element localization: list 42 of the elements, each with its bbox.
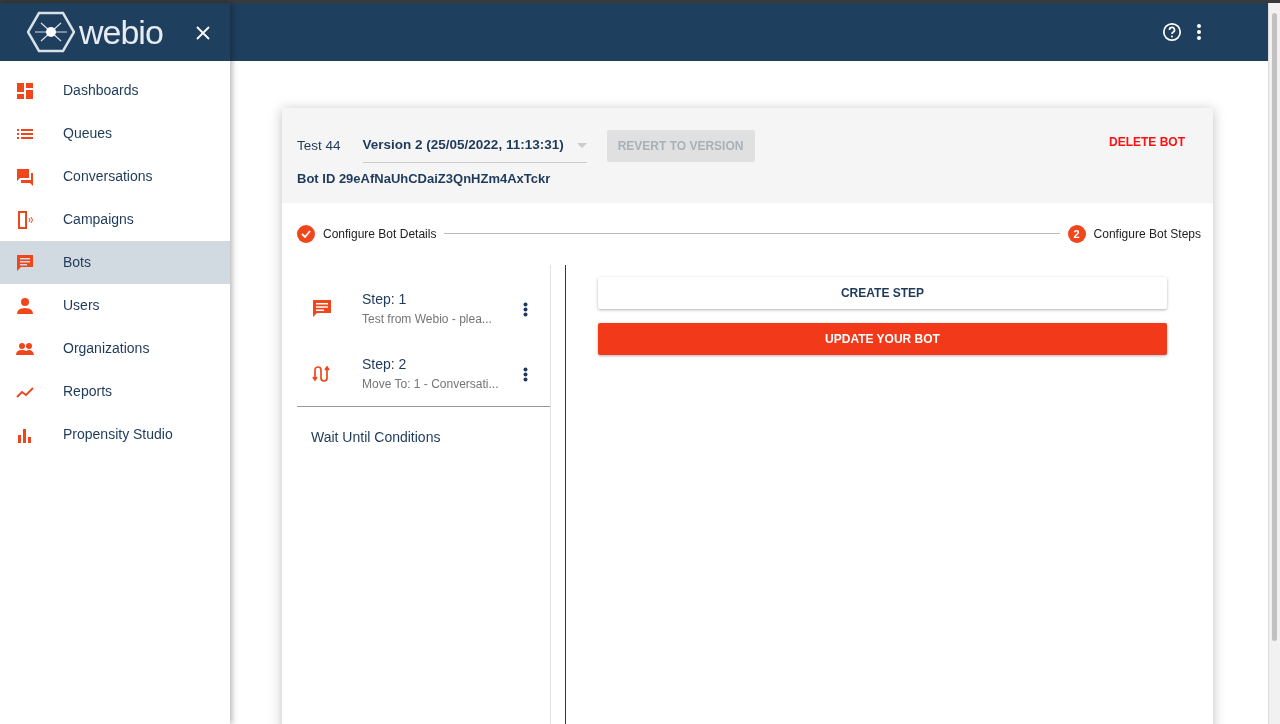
bot-id: Bot ID 29eAfNaUhCDaiZ3QnHZm4AxTckr xyxy=(297,170,552,189)
sidebar-item[interactable]: Dashboards xyxy=(0,69,230,112)
sidebar-item[interactable]: Bots xyxy=(0,241,230,284)
dashboard-icon xyxy=(16,81,34,100)
logo-text: webio xyxy=(79,15,163,49)
step-label[interactable]: Configure Bot Details xyxy=(323,224,437,243)
chat-icon xyxy=(16,167,34,186)
create-step-button[interactable]: CREATE STEP xyxy=(598,276,1167,309)
logo-icon xyxy=(27,11,75,53)
delete-button[interactable]: DELETE BOT xyxy=(1109,133,1185,149)
scrollbar[interactable] xyxy=(1268,3,1280,724)
person-icon xyxy=(16,296,34,315)
sidebar-item[interactable]: Reports xyxy=(0,370,230,413)
sidebar-item[interactable]: Queues xyxy=(0,112,230,155)
sidebar-item[interactable]: Organizations xyxy=(0,327,230,370)
help-icon[interactable] xyxy=(1162,22,1182,42)
sidebar-item[interactable]: Conversations xyxy=(0,155,230,198)
step-item[interactable]: Step: 2 Move To: 1 - Conversati... xyxy=(297,340,550,406)
step-subtitle: Move To: 1 - Conversati... xyxy=(362,375,500,393)
bot-name: Test 44 xyxy=(297,137,341,155)
step-number: 2 xyxy=(1067,224,1086,243)
message-icon xyxy=(312,298,332,318)
more-icon[interactable] xyxy=(1196,23,1202,41)
more-icon xyxy=(523,366,528,382)
swap-icon xyxy=(312,363,332,383)
version-select[interactable]: Version 2 (25/05/2022, 11:13:31) xyxy=(362,129,587,164)
phone-icon xyxy=(16,210,34,229)
step-title: Step: 1 xyxy=(362,289,408,309)
step-title: Step: 2 xyxy=(362,354,408,374)
step-subtitle: Test from Webio - plea... xyxy=(362,310,493,328)
sidebar-item[interactable]: Propensity Studio xyxy=(0,413,230,456)
dropdown-icon xyxy=(576,142,587,148)
step-item[interactable]: Step: 1 Test from Webio - plea... xyxy=(297,275,550,341)
sidebar-item[interactable]: Campaigns xyxy=(0,198,230,241)
update-bot-button[interactable]: UPDATE YOUR BOT xyxy=(598,322,1167,355)
scroll-thumb[interactable] xyxy=(1272,13,1277,641)
message-icon xyxy=(16,253,34,272)
more-icon xyxy=(523,301,528,317)
close-icon xyxy=(196,25,210,40)
step-label[interactable]: Configure Bot Steps xyxy=(1093,224,1201,243)
section-title[interactable]: Wait Until Conditions xyxy=(297,406,550,468)
sidebar-item[interactable]: Users xyxy=(0,284,230,327)
